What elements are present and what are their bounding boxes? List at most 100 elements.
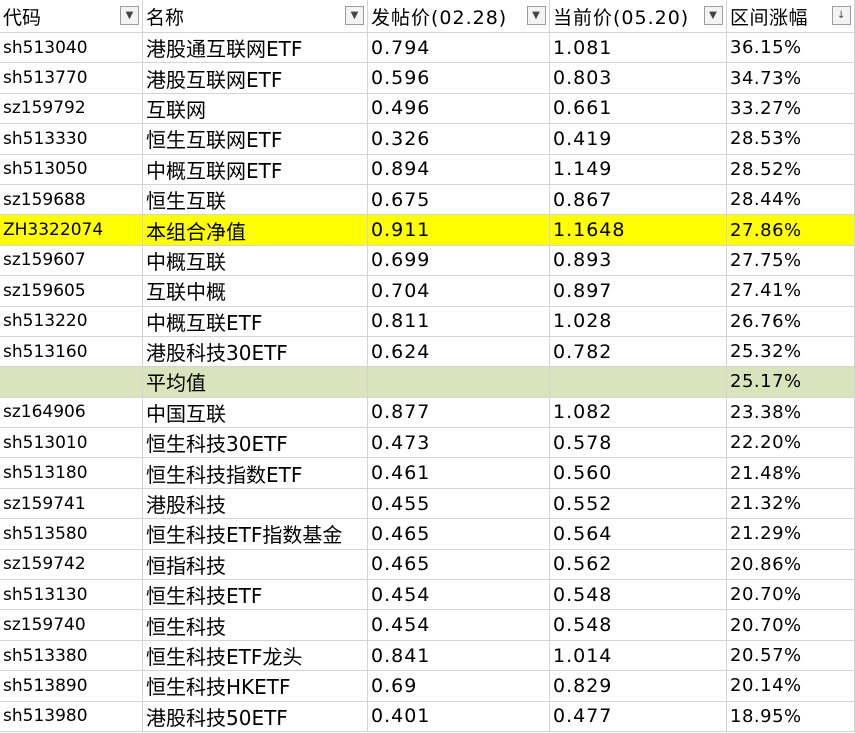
cell-post-price[interactable]: 0.461 (368, 458, 550, 489)
cell-post-price[interactable]: 0.454 (368, 610, 550, 641)
cell-code[interactable]: sz159792 (0, 93, 143, 125)
cell-code[interactable]: sh513130 (0, 580, 143, 611)
cell-post-price[interactable]: 0.455 (368, 488, 550, 520)
cell-post-price[interactable]: 0.624 (368, 336, 550, 368)
cell-current-price[interactable]: 1.082 (550, 397, 727, 429)
cell-code[interactable]: sh513330 (0, 124, 143, 155)
cell-name[interactable]: 中概互联网ETF (143, 154, 368, 185)
cell-change[interactable]: 21.48% (727, 458, 855, 489)
filter-dropdown-icon[interactable]: ▼ (345, 6, 364, 25)
cell-code[interactable] (0, 367, 143, 398)
cell-code[interactable]: sh513980 (0, 701, 143, 732)
cell-post-price[interactable]: 0.675 (368, 184, 550, 216)
cell-post-price[interactable]: 0.704 (368, 276, 550, 307)
cell-post-price[interactable]: 0.699 (368, 245, 550, 277)
cell-name[interactable]: 港股通互联网ETF (143, 33, 368, 64)
cell-change[interactable]: 20.70% (727, 610, 855, 641)
header-cell-post-price[interactable]: 发帖价(02.28) ▼ (368, 0, 550, 33)
cell-code[interactable]: sh513770 (0, 63, 143, 94)
cell-post-price[interactable]: 0.69 (368, 671, 550, 702)
header-cell-current-price[interactable]: 当前价(05.20) ▼ (550, 0, 727, 33)
filter-dropdown-icon[interactable]: ▼ (120, 6, 139, 25)
cell-name[interactable]: 港股互联网ETF (143, 63, 368, 94)
cell-code[interactable]: sz164906 (0, 397, 143, 429)
cell-code[interactable]: sh513380 (0, 640, 143, 672)
cell-current-price[interactable]: 1.081 (550, 33, 727, 64)
cell-name[interactable]: 恒生互联网ETF (143, 124, 368, 155)
cell-post-price[interactable]: 0.465 (368, 549, 550, 581)
cell-current-price[interactable]: 1.028 (550, 306, 727, 337)
cell-current-price[interactable]: 0.829 (550, 671, 727, 702)
cell-current-price[interactable]: 0.552 (550, 488, 727, 520)
cell-change[interactable]: 22.20% (727, 428, 855, 459)
cell-change[interactable]: 21.29% (727, 519, 855, 550)
cell-change[interactable]: 25.17% (727, 367, 855, 398)
cell-name[interactable]: 恒指科技 (143, 549, 368, 581)
cell-name[interactable]: 港股科技50ETF (143, 701, 368, 732)
cell-name[interactable]: 中概互联ETF (143, 306, 368, 337)
cell-name[interactable]: 互联网 (143, 93, 368, 125)
cell-change[interactable]: 26.76% (727, 306, 855, 337)
cell-change[interactable]: 20.57% (727, 640, 855, 672)
cell-post-price[interactable]: 0.894 (368, 154, 550, 185)
cell-code[interactable]: sh513040 (0, 33, 143, 64)
cell-current-price[interactable]: 1.149 (550, 154, 727, 185)
cell-name[interactable]: 本组合净值 (143, 215, 368, 246)
cell-current-price[interactable]: 0.564 (550, 519, 727, 550)
cell-change[interactable]: 25.32% (727, 336, 855, 368)
cell-code[interactable]: sh513180 (0, 458, 143, 489)
cell-current-price[interactable]: 0.560 (550, 458, 727, 489)
cell-current-price[interactable]: 0.867 (550, 184, 727, 216)
header-cell-name[interactable]: 名称 ▼ (143, 0, 368, 33)
cell-name[interactable]: 平均值 (143, 367, 368, 398)
cell-change[interactable]: 20.14% (727, 671, 855, 702)
cell-change[interactable]: 27.86% (727, 215, 855, 246)
cell-current-price[interactable]: 0.419 (550, 124, 727, 155)
cell-current-price[interactable]: 0.782 (550, 336, 727, 368)
cell-code[interactable]: sh513580 (0, 519, 143, 550)
cell-code[interactable]: sh513890 (0, 671, 143, 702)
cell-name[interactable]: 恒生科技ETF (143, 580, 368, 611)
cell-change[interactable]: 28.53% (727, 124, 855, 155)
cell-current-price[interactable]: 0.562 (550, 549, 727, 581)
cell-name[interactable]: 互联中概 (143, 276, 368, 307)
header-cell-change[interactable]: 区间涨幅 ↓ (727, 0, 855, 33)
cell-post-price[interactable]: 0.326 (368, 124, 550, 155)
cell-name[interactable]: 恒生科技ETF指数基金 (143, 519, 368, 550)
cell-change[interactable]: 27.75% (727, 245, 855, 277)
cell-current-price[interactable] (550, 367, 727, 398)
cell-change[interactable]: 27.41% (727, 276, 855, 307)
cell-current-price[interactable]: 0.477 (550, 701, 727, 732)
cell-code[interactable]: sz159742 (0, 549, 143, 581)
cell-current-price[interactable]: 0.548 (550, 580, 727, 611)
cell-name[interactable]: 港股科技 (143, 488, 368, 520)
filter-dropdown-icon[interactable]: ▼ (527, 6, 546, 25)
cell-change[interactable]: 21.32% (727, 488, 855, 520)
cell-current-price[interactable]: 0.661 (550, 93, 727, 125)
cell-name[interactable]: 恒生科技HKETF (143, 671, 368, 702)
cell-name[interactable]: 恒生科技ETF龙头 (143, 640, 368, 672)
cell-name[interactable]: 港股科技30ETF (143, 336, 368, 368)
cell-change[interactable]: 34.73% (727, 63, 855, 94)
cell-name[interactable]: 中概互联 (143, 245, 368, 277)
cell-current-price[interactable]: 1.014 (550, 640, 727, 672)
cell-change[interactable]: 28.44% (727, 184, 855, 216)
cell-change[interactable]: 18.95% (727, 701, 855, 732)
cell-code[interactable]: sz159741 (0, 488, 143, 520)
cell-post-price[interactable]: 0.596 (368, 63, 550, 94)
cell-code[interactable]: sh513010 (0, 428, 143, 459)
cell-change[interactable]: 20.86% (727, 549, 855, 581)
cell-name[interactable]: 中国互联 (143, 397, 368, 429)
cell-code[interactable]: sz159607 (0, 245, 143, 277)
cell-post-price[interactable] (368, 367, 550, 398)
cell-code[interactable]: ZH3322074 (0, 215, 143, 246)
cell-code[interactable]: sz159605 (0, 276, 143, 307)
cell-current-price[interactable]: 1.1648 (550, 215, 727, 246)
cell-change[interactable]: 23.38% (727, 397, 855, 429)
cell-post-price[interactable]: 0.465 (368, 519, 550, 550)
cell-current-price[interactable]: 0.893 (550, 245, 727, 277)
cell-post-price[interactable]: 0.877 (368, 397, 550, 429)
header-cell-code[interactable]: 代码 ▼ (0, 0, 143, 33)
cell-post-price[interactable]: 0.496 (368, 93, 550, 125)
cell-name[interactable]: 恒生科技 (143, 610, 368, 641)
